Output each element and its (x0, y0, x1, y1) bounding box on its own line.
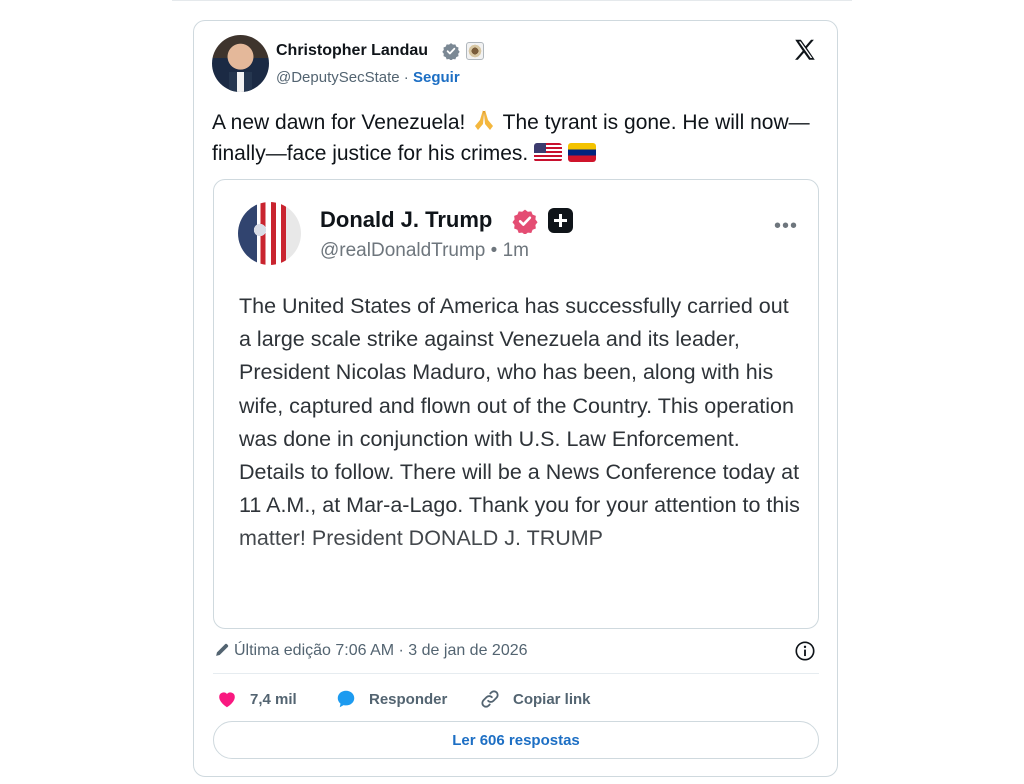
quoted-handle-time: @realDonaldTrump • 1m (320, 240, 529, 261)
author-name[interactable]: Christopher Landau (276, 42, 428, 60)
x-logo-icon[interactable] (792, 37, 818, 63)
venezuela-flag-emoji (567, 143, 596, 162)
post-text-part1: A new dawn for Venezuela! (212, 111, 472, 134)
top-divider (172, 0, 852, 1)
embedded-post-card: Christopher Landau @DeputySecState · Seg… (193, 20, 838, 777)
pencil-icon (216, 643, 229, 656)
verified-badge-icon (512, 209, 538, 234)
follow-link[interactable]: Seguir (413, 69, 460, 86)
handle-separator: · (399, 69, 413, 86)
like-button[interactable]: 7,4 mil (216, 687, 297, 711)
edit-timestamp-text: Última edição 7:06 AM · 3 de jan de 2026 (234, 642, 528, 659)
like-count: 7,4 mil (250, 690, 297, 708)
us-flag-emoji (534, 143, 563, 162)
plus-badge-icon (548, 208, 573, 233)
more-options-icon[interactable]: ••• (774, 216, 798, 236)
read-replies-button[interactable]: Ler 606 respostas (213, 721, 819, 759)
reply-button[interactable]: Responder (335, 687, 447, 711)
quoted-author-name[interactable]: Donald J. Trump (320, 207, 492, 233)
link-icon (481, 690, 499, 708)
read-replies-label: Ler 606 respostas (452, 731, 580, 749)
quoted-post-text: The United States of America has success… (239, 294, 800, 551)
actions-divider (213, 673, 819, 674)
author-handle-line: @DeputySecState · Seguir (276, 69, 460, 86)
reply-label: Responder (369, 690, 448, 708)
quoted-post[interactable]: Donald J. Trump @realDonaldTrump • 1m ••… (213, 179, 819, 629)
praying-hands-emoji (475, 110, 494, 130)
author-avatar[interactable] (212, 35, 269, 92)
author-handle[interactable]: @DeputySecState (276, 69, 400, 86)
speech-bubble-icon (337, 690, 355, 708)
post-text: A new dawn for Venezuela! The tyrant is … (212, 107, 822, 169)
copy-link-label: Copiar link (513, 690, 591, 708)
government-seal-icon (466, 42, 484, 60)
copy-link-button[interactable]: Copiar link (479, 687, 591, 711)
edit-timestamp[interactable]: Última edição 7:06 AM · 3 de jan de 2026 (214, 641, 528, 660)
quoted-author-avatar[interactable] (238, 202, 301, 265)
info-icon[interactable] (794, 640, 816, 662)
heart-icon (219, 692, 235, 708)
verified-icon (442, 43, 460, 60)
